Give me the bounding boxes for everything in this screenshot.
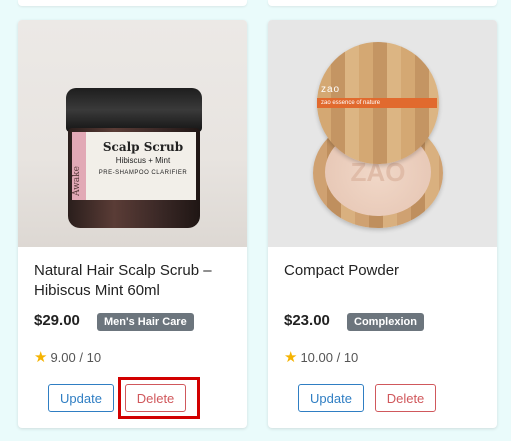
jar-label: Scalp Scrub Hibiscus + Mint PRE-SHAMPOO … xyxy=(72,132,196,200)
rating-value: 10.00 / 10 xyxy=(300,350,359,365)
product-image[interactable]: Scalp Scrub Hibiscus + Mint PRE-SHAMPOO … xyxy=(18,20,247,247)
jar-label-line: PRE-SHAMPOO CLARIFIER xyxy=(98,170,188,176)
jar-label-sub: Hibiscus + Mint xyxy=(115,156,171,165)
star-icon: ★ xyxy=(284,349,298,366)
update-button[interactable]: Update xyxy=(298,384,364,412)
product-price: $29.00 xyxy=(34,312,80,329)
rating-value: 9.00 / 10 xyxy=(50,350,102,365)
product-title[interactable]: Compact Powder xyxy=(284,261,489,281)
product-title[interactable]: Natural Hair Scalp Scrub – Hibiscus Mint… xyxy=(34,261,239,301)
previous-card-bottom-right xyxy=(268,0,497,6)
product-rating: ★ 10.00 / 10 xyxy=(284,350,358,365)
category-badge: Complexion xyxy=(347,313,424,331)
compact-brand: zao xyxy=(321,84,341,95)
delete-button[interactable]: Delete xyxy=(375,384,436,412)
update-button[interactable]: Update xyxy=(48,384,114,412)
delete-highlight-box xyxy=(118,377,200,419)
product-price: $23.00 xyxy=(284,312,330,329)
product-image[interactable]: ZAO zao zao essence of nature xyxy=(268,20,497,247)
star-icon: ★ xyxy=(34,349,48,366)
category-badge: Men's Hair Care xyxy=(97,313,194,331)
jar-label-name: Scalp Scrub xyxy=(102,140,184,154)
product-rating: ★ 9.00 / 10 xyxy=(34,350,101,365)
compact-strip: zao essence of nature xyxy=(317,98,437,108)
product-card: Scalp Scrub Hibiscus + Mint PRE-SHAMPOO … xyxy=(18,20,247,428)
jar-lid xyxy=(66,88,202,132)
previous-card-bottom-left xyxy=(18,0,247,6)
product-card: ZAO zao zao essence of nature Compact Po… xyxy=(268,20,497,428)
jar-brand: Awake xyxy=(72,166,82,196)
